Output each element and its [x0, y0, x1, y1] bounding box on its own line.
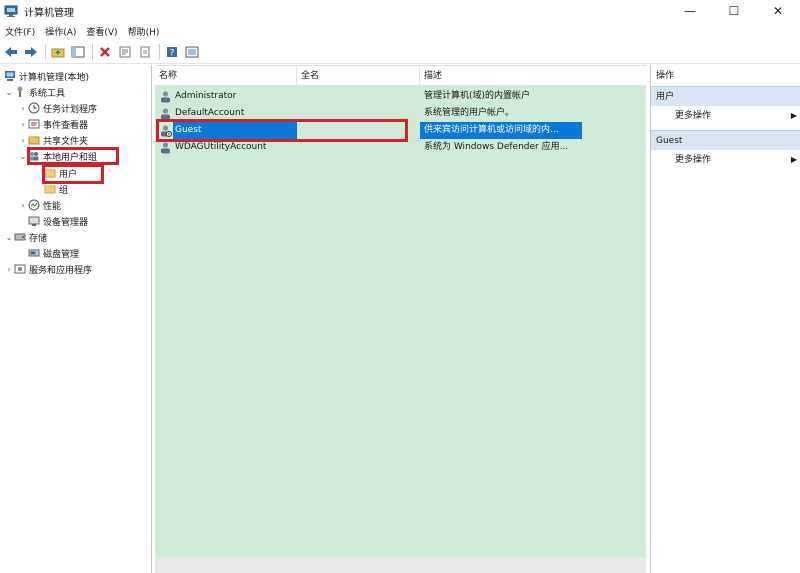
more-actions-label: 更多操作 — [675, 155, 712, 165]
tree-item-performance[interactable]: › 性能 — [18, 197, 61, 213]
user-icon — [159, 141, 172, 154]
cell-description: 系统为 Windows Defender 应用... — [424, 142, 569, 152]
menu-help[interactable]: 帮助(H) — [123, 25, 165, 38]
cell-description: 供来宾访问计算机或访问域的内... — [420, 122, 582, 139]
toolbar: ? — [0, 40, 800, 64]
chevron-down-icon[interactable]: ⌄ — [4, 88, 14, 97]
cell-fullname — [297, 88, 420, 105]
chevron-right-icon[interactable]: › — [18, 136, 28, 145]
computer-management-icon — [4, 4, 18, 18]
tree-item-system-tools[interactable]: ⌄ 系统工具 — [4, 84, 65, 100]
tree-item-label: 存储 — [29, 233, 48, 244]
clock-icon — [28, 102, 40, 114]
chevron-right-icon[interactable]: › — [18, 201, 28, 210]
tree-item-label: 任务计划程序 — [43, 104, 98, 115]
horizontal-scrollbar[interactable] — [155, 557, 646, 573]
column-header-name[interactable]: 名称 — [155, 66, 297, 86]
close-button[interactable]: ✕ — [756, 0, 800, 22]
cell-name: Administrator — [175, 91, 237, 101]
shared-folder-icon — [28, 134, 40, 146]
menu-view[interactable]: 查看(V) — [81, 25, 122, 38]
properties-icon[interactable] — [116, 43, 134, 61]
event-viewer-icon — [28, 118, 40, 130]
toolbar-separator — [92, 43, 93, 60]
tools-icon — [14, 86, 26, 98]
tree-item-label: 设备管理器 — [43, 217, 89, 228]
performance-icon — [28, 199, 40, 211]
export-icon[interactable] — [136, 43, 154, 61]
chevron-right-icon[interactable]: › — [4, 265, 14, 274]
more-actions-users[interactable]: 更多操作 ▶ — [651, 106, 800, 126]
triangle-right-icon: ▶ — [790, 111, 797, 120]
tree-item-label: 共享文件夹 — [43, 136, 89, 147]
chevron-right-icon[interactable]: › — [18, 120, 28, 129]
help-icon[interactable]: ? — [163, 43, 181, 61]
actions-section-guest[interactable]: Guest — [651, 130, 800, 150]
actions-section-users[interactable]: 用户 — [651, 86, 800, 106]
delete-icon[interactable] — [96, 43, 114, 61]
disk-icon — [28, 247, 40, 259]
list-header: 名称 全名 描述 — [155, 66, 646, 86]
triangle-right-icon: ▶ — [790, 155, 797, 164]
maximize-button[interactable]: ☐ — [712, 0, 756, 22]
column-header-fullname[interactable]: 全名 — [297, 66, 420, 86]
tree-item-label: 组 — [59, 185, 69, 196]
menu-action[interactable]: 操作(A) — [40, 25, 81, 38]
tree-item-label: 系统工具 — [29, 88, 66, 99]
cell-description: 系统管理的用户帐户。 — [424, 108, 515, 118]
tree-item-task-scheduler[interactable]: › 任务计划程序 — [18, 100, 97, 116]
tree-item-services-apps[interactable]: › 服务和应用程序 — [4, 261, 92, 277]
folder-up-icon[interactable] — [49, 43, 67, 61]
tree-item-label: 性能 — [43, 201, 62, 212]
svg-text:?: ? — [170, 48, 175, 58]
actions-header: 操作 — [656, 71, 675, 81]
show-hide-tree-icon[interactable] — [69, 43, 87, 61]
tree-item-label: 磁盘管理 — [43, 249, 80, 260]
title-bar: 计算机管理 — ☐ ✕ — [0, 0, 800, 22]
tree-item-label: 事件查看器 — [43, 120, 89, 131]
chevron-down-icon[interactable]: ⌄ — [4, 233, 14, 242]
tree-item-disk-management[interactable]: 磁盘管理 — [28, 245, 79, 261]
toolbar-separator — [45, 43, 46, 60]
more-actions-label: 更多操作 — [675, 111, 712, 121]
table-row[interactable]: Administrator 管理计算机(域)的内置帐户 — [155, 88, 646, 105]
actions-pane: 操作 用户 更多操作 ▶ Guest 更多操作 ▶ — [650, 65, 800, 573]
storage-icon — [14, 231, 26, 243]
console-icon[interactable] — [183, 43, 201, 61]
toolbar-separator — [159, 43, 160, 60]
forward-arrow-icon[interactable] — [22, 43, 40, 61]
highlight-box-users — [42, 164, 104, 184]
menu-file[interactable]: 文件(F) — [0, 25, 40, 38]
computer-management-icon — [4, 70, 16, 82]
chevron-right-icon[interactable]: › — [18, 104, 28, 113]
highlight-box-local-users — [27, 147, 119, 165]
user-list-panel: 名称 全名 描述 Administrator 管理计算机(域)的内置帐户 Def… — [155, 65, 646, 557]
tree-item-event-viewer[interactable]: › 事件查看器 — [18, 116, 88, 132]
more-actions-guest[interactable]: 更多操作 ▶ — [651, 150, 800, 170]
device-manager-icon — [28, 215, 40, 227]
tree-item-label: 计算机管理(本地) — [19, 72, 90, 83]
tree-item-shared-folders[interactable]: › 共享文件夹 — [18, 132, 88, 148]
tree-item-label: 服务和应用程序 — [29, 265, 93, 276]
cell-description: 管理计算机(域)的内置帐户 — [424, 91, 531, 101]
services-icon — [14, 263, 26, 275]
tree-item-device-manager[interactable]: 设备管理器 — [28, 213, 88, 229]
window-title: 计算机管理 — [24, 7, 74, 19]
minimize-button[interactable]: — — [668, 0, 712, 22]
folder-icon — [44, 183, 56, 195]
back-arrow-icon[interactable] — [2, 43, 20, 61]
tree-item-storage[interactable]: ⌄ 存储 — [4, 229, 47, 245]
menu-bar: 文件(F) 操作(A) 查看(V) 帮助(H) — [0, 22, 800, 40]
column-header-description[interactable]: 描述 — [420, 66, 646, 86]
tree-item-root[interactable]: 计算机管理(本地) — [4, 68, 89, 84]
highlight-box-guest — [156, 119, 408, 142]
navigation-tree: 计算机管理(本地) ⌄ 系统工具 › 任务计划程序 › 事件查看器 › 共享文件… — [0, 65, 152, 573]
user-icon — [159, 90, 172, 103]
